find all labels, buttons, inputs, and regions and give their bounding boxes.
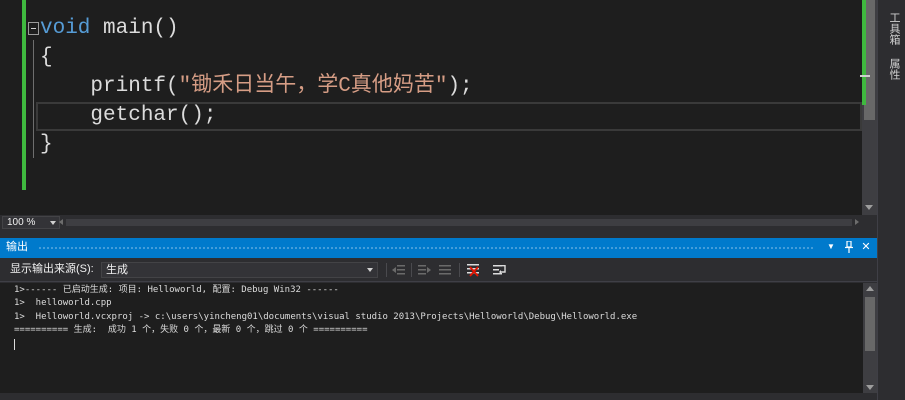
- text-caret: [14, 339, 15, 350]
- output-source-label: 显示输出来源(S):: [10, 263, 94, 275]
- output-line: 1> Helloworld.vcxproj -> c:\users\yinche…: [14, 312, 638, 322]
- collapse-toggle-icon[interactable]: [28, 22, 39, 35]
- code-line-2[interactable]: {: [40, 44, 53, 72]
- outline-fold-line: [33, 40, 34, 158]
- output-panel-title: 输出: [6, 241, 28, 253]
- bottom-border: [0, 393, 877, 400]
- output-scroll-thumb[interactable]: [865, 297, 875, 351]
- close-icon[interactable]: ✕: [859, 240, 873, 254]
- tab-toolbox[interactable]: 工具箱: [884, 12, 900, 45]
- code-line-4[interactable]: getchar();: [40, 102, 216, 130]
- chevron-down-icon: [50, 221, 56, 225]
- goto-previous-message-icon[interactable]: [391, 262, 407, 278]
- output-line: 1> helloworld.cpp: [14, 298, 112, 308]
- panel-drag-grip[interactable]: [38, 246, 815, 251]
- code-line-1[interactable]: void main(): [40, 15, 179, 43]
- tab-properties[interactable]: 属性: [884, 58, 900, 80]
- window-position-dropdown-icon[interactable]: ▼: [824, 240, 838, 254]
- scroll-down-arrow-icon[interactable]: [866, 385, 874, 390]
- code-line-5[interactable]: }: [40, 131, 53, 159]
- output-vertical-scrollbar[interactable]: [863, 283, 877, 393]
- output-source-select[interactable]: 生成: [101, 262, 378, 278]
- scroll-down-arrow-icon[interactable]: [865, 205, 873, 210]
- toolbar-separator: [459, 263, 460, 277]
- goto-next-message-icon[interactable]: [416, 262, 432, 278]
- scroll-up-arrow-icon[interactable]: [866, 286, 874, 291]
- editor-vertical-scrollbar[interactable]: [862, 0, 877, 215]
- caret-position-marker: [860, 75, 870, 77]
- keyword-void: void: [40, 17, 91, 40]
- output-source-value: 生成: [106, 264, 128, 276]
- scrollbar-change-marker: [862, 0, 866, 105]
- pin-icon[interactable]: [842, 240, 856, 257]
- editor-status-bar: 100 %: [0, 215, 877, 230]
- scroll-right-arrow-icon[interactable]: [855, 219, 859, 225]
- chevron-down-icon: [367, 268, 373, 272]
- function-signature: main(): [90, 17, 179, 40]
- printf-call: printf(: [40, 75, 179, 98]
- right-tool-tabs: 工具箱 属性: [877, 0, 905, 400]
- output-toolbar: 显示输出来源(S): 生成: [0, 258, 877, 282]
- output-line: 1>------ 已启动生成: 项目: Helloworld, 配置: Debu…: [14, 285, 339, 295]
- toggle-word-wrap-icon[interactable]: [492, 262, 508, 278]
- toolbar-separator: [411, 263, 412, 277]
- change-tracking-bar: [22, 0, 26, 190]
- clear-all-icon[interactable]: [465, 262, 481, 278]
- output-text-area[interactable]: 1>------ 已启动生成: 项目: Helloworld, 配置: Debu…: [0, 283, 863, 393]
- toolbar-separator: [386, 263, 387, 277]
- scroll-left-arrow-icon[interactable]: [59, 219, 63, 225]
- code-editor[interactable]: void main() { printf("锄禾日当午，学C真他妈苦"); ge…: [0, 0, 862, 215]
- find-message-icon[interactable]: [437, 262, 453, 278]
- editor-horizontal-scrollbar[interactable]: [59, 219, 859, 226]
- zoom-level-value: 100 %: [7, 217, 36, 228]
- output-line: ========== 生成: 成功 1 个，失败 0 个，最新 0 个，跳过 0…: [14, 325, 368, 335]
- statement-end: );: [447, 75, 473, 98]
- output-panel-header[interactable]: 输出 ▼ ✕: [0, 238, 877, 258]
- zoom-level-select[interactable]: 100 %: [2, 216, 60, 229]
- code-line-3[interactable]: printf("锄禾日当午，学C真他妈苦");: [40, 73, 473, 101]
- string-literal: "锄禾日当午，学C真他妈苦": [178, 75, 448, 98]
